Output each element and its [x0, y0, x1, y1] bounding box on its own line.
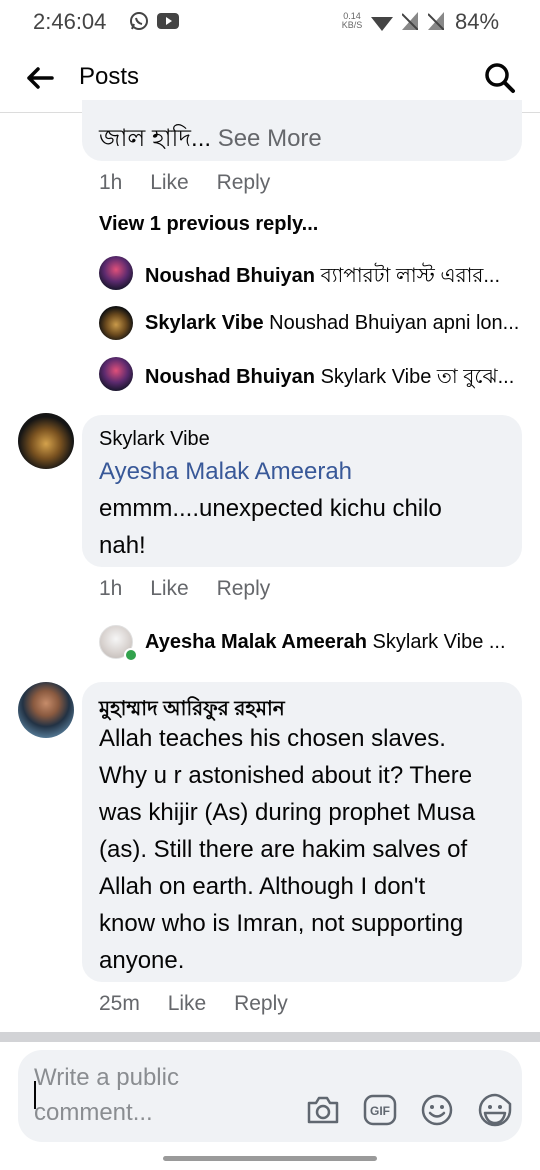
reply-preview[interactable]: Noushad Bhuiyan ব্যাপারটা লাস্ট এরার...	[145, 261, 520, 294]
gif-icon[interactable]: GIF	[363, 1094, 397, 1126]
svg-text:GIF: GIF	[370, 1104, 390, 1118]
reply-button[interactable]: Reply	[217, 171, 271, 194]
avatar[interactable]	[18, 413, 74, 469]
comment-actions: 1h Like Reply	[99, 171, 270, 195]
page-title: Posts	[79, 63, 140, 90]
view-previous-replies[interactable]: View 1 previous reply...	[99, 213, 318, 236]
reply-button[interactable]: Reply	[234, 992, 288, 1015]
comment-text: Allah teaches his chosen slaves.	[99, 725, 446, 752]
comment-text: Why u r astonished about it? There	[99, 762, 473, 789]
comment-text: Allah on earth. Although I don't	[99, 873, 426, 900]
reply-button[interactable]: Reply	[217, 577, 271, 600]
comment-text: was khijir (As) during prophet Musa	[99, 799, 476, 826]
comment-text: anyone.	[99, 947, 185, 974]
comment-actions: 25m Like Reply	[99, 992, 288, 1016]
avatar[interactable]	[99, 256, 133, 290]
comment-text: know who is Imran, not supporting	[99, 910, 464, 937]
mention-link[interactable]: Ayesha Malak Ameerah	[99, 453, 352, 490]
reply-preview[interactable]: Skylark Vibe Noushad Bhuiyan apni lon...	[145, 312, 523, 335]
online-status-dot	[124, 648, 138, 662]
comment-placeholder: Write a public comment...	[34, 1064, 179, 1126]
comment-author[interactable]: Skylark Vibe	[99, 428, 210, 451]
see-more-link[interactable]: See More	[218, 125, 322, 152]
like-button[interactable]: Like	[168, 992, 207, 1015]
whatsapp-icon	[130, 12, 148, 30]
reply-preview[interactable]: Ayesha Malak Ameerah Skylark Vibe ...	[145, 631, 523, 654]
comment-time: 1h	[99, 577, 123, 600]
comment-actions: 1h Like Reply	[99, 577, 270, 601]
search-icon[interactable]	[484, 62, 516, 94]
avatar[interactable]	[99, 306, 133, 340]
wifi-icon	[371, 17, 393, 31]
comment-text: nah!	[99, 532, 146, 559]
divider	[0, 1032, 540, 1042]
like-button[interactable]: Like	[150, 171, 189, 194]
avatar[interactable]	[18, 682, 74, 738]
emoji-icon[interactable]	[420, 1093, 454, 1127]
comment-text: (as). Still there are hakim salves of	[99, 836, 468, 863]
battery-level: 84%	[455, 9, 500, 34]
camera-icon[interactable]	[306, 1095, 340, 1125]
comment-text: emmm....unexpected kichu chilo	[99, 495, 442, 522]
sim-icon	[402, 12, 418, 30]
like-button[interactable]: Like	[150, 577, 189, 600]
sticker-icon[interactable]	[477, 1092, 513, 1128]
home-indicator[interactable]	[163, 1156, 377, 1161]
reply-preview[interactable]: Noushad Bhuiyan Skylark Vibe তা বুঝে...	[145, 362, 520, 395]
comment-text: জাল হাদি... See More	[99, 125, 322, 152]
avatar[interactable]	[99, 357, 133, 391]
comment-time: 1h	[99, 171, 123, 194]
sim-icon	[428, 12, 444, 30]
text-cursor	[34, 1081, 36, 1109]
comment-time: 25m	[99, 992, 140, 1015]
back-arrow-icon[interactable]	[26, 66, 54, 90]
status-time: 2:46:04	[33, 9, 107, 34]
youtube-icon	[157, 13, 179, 29]
network-speed: 0.14 KB/S	[341, 11, 363, 30]
